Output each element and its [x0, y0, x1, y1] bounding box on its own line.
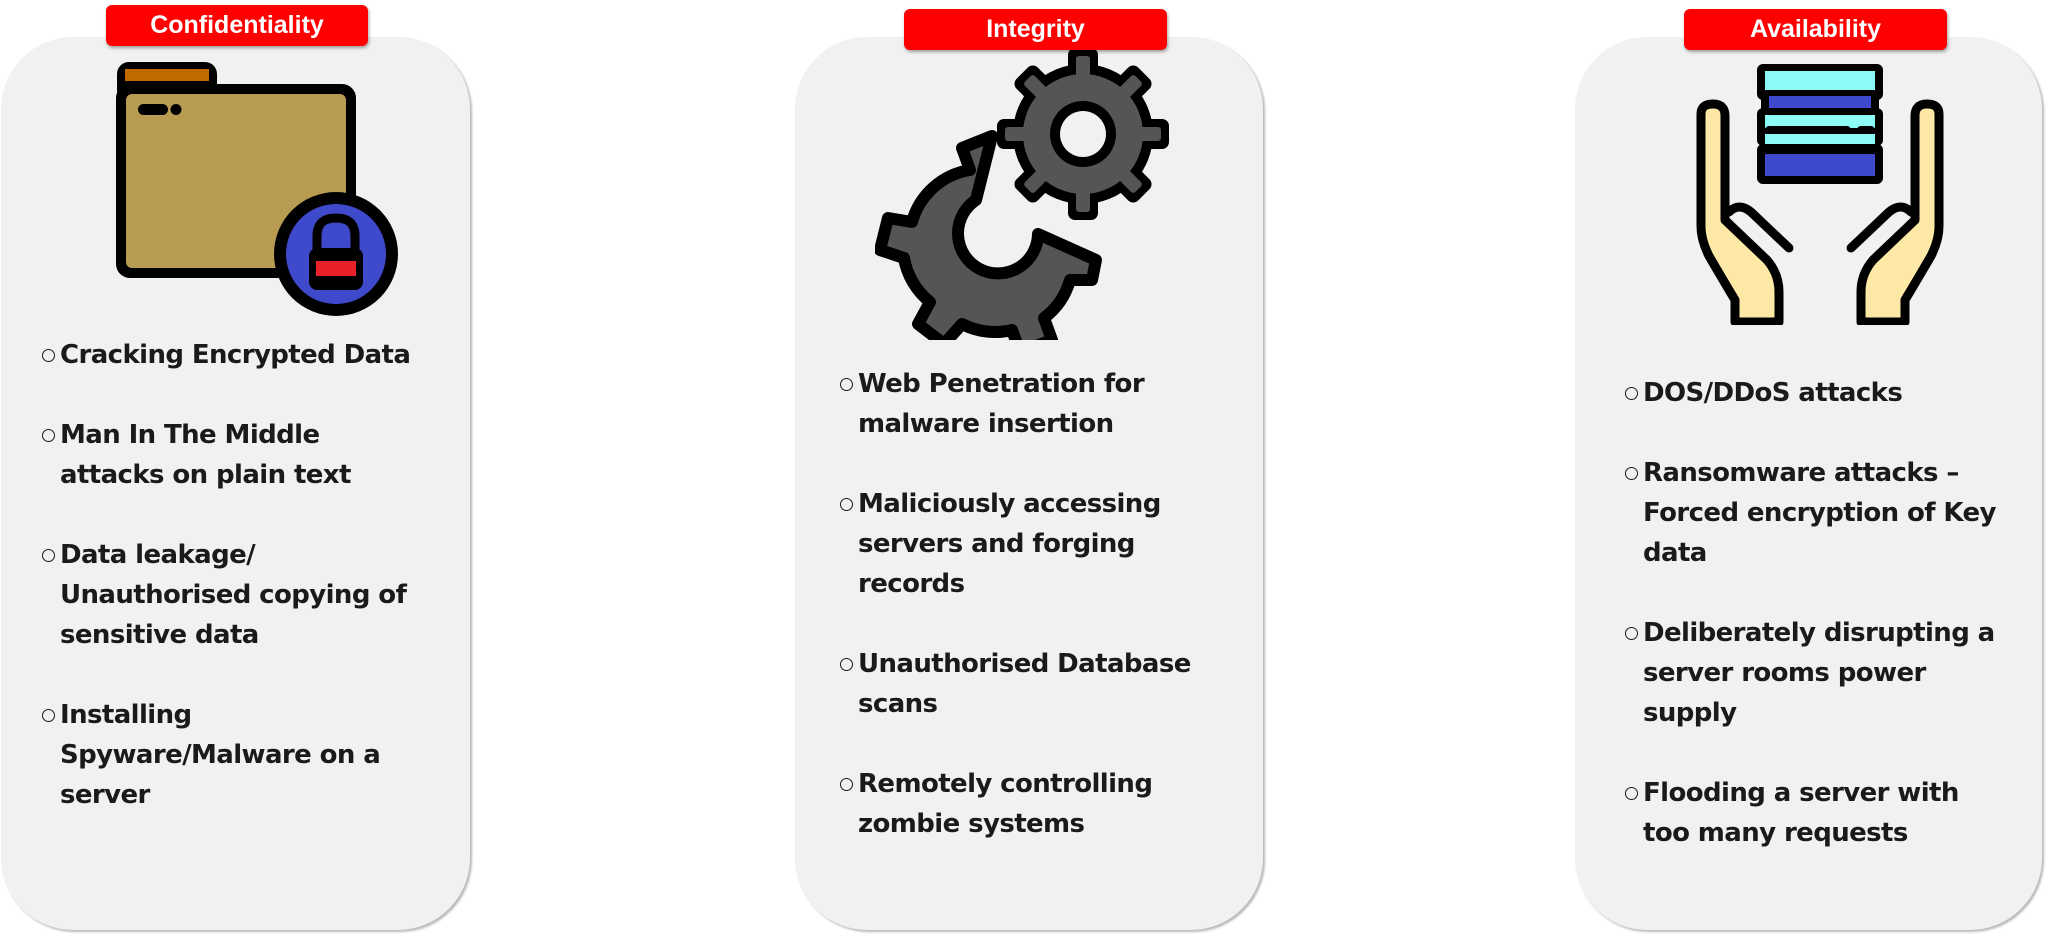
confidentiality-label: Confidentiality: [106, 5, 368, 46]
bullet-circle-icon: [42, 349, 55, 362]
bullet-circle-icon: [42, 549, 55, 562]
threat-item: DOS/DDoS attacks: [1625, 373, 2025, 413]
bullet-circle-icon: [840, 778, 853, 791]
bullet-circle-icon: [1625, 627, 1638, 640]
bullet-circle-icon: [42, 709, 55, 722]
bullet-circle-icon: [1625, 387, 1638, 400]
threat-item: Ransomware attacks – Forced encryption o…: [1625, 453, 2025, 573]
threat-item: Flooding a server with too many requests: [1625, 773, 2025, 853]
threat-item: Unauthorised Database scans: [840, 644, 1240, 724]
threat-item: Remotely controlling zombie systems: [840, 764, 1240, 844]
availability-label: Availability: [1684, 9, 1947, 50]
threat-item: Cracking Encrypted Data: [42, 335, 442, 375]
bullet-circle-icon: [840, 378, 853, 391]
threat-item: Installing Spyware/Malware on a server: [42, 695, 442, 815]
folder-lock-icon: [116, 62, 398, 316]
threat-item: Maliciously accessing servers and forgin…: [840, 484, 1240, 604]
bullet-circle-icon: [1625, 787, 1638, 800]
threat-item: Deliberately disrupting a server rooms p…: [1625, 613, 2025, 733]
bullet-circle-icon: [1625, 467, 1638, 480]
bullet-circle-icon: [840, 498, 853, 511]
bullet-circle-icon: [840, 658, 853, 671]
bullet-circle-icon: [42, 429, 55, 442]
confidentiality-threat-list: Cracking Encrypted Data Man In The Middl…: [42, 335, 442, 815]
threat-item: Man In The Middle attacks on plain text: [42, 415, 442, 495]
availability-threat-list: DOS/DDoS attacks Ransomware attacks – Fo…: [1625, 373, 2025, 853]
threat-item: Web Penetration for malware insertion: [840, 364, 1240, 444]
integrity-threat-list: Web Penetration for malware insertion Ma…: [840, 364, 1240, 844]
hands-server-icon: [1696, 64, 1944, 325]
gears-icon: [875, 50, 1169, 340]
integrity-label: Integrity: [904, 9, 1167, 50]
threat-item: Data leakage/ Unauthorised copying of se…: [42, 535, 442, 655]
